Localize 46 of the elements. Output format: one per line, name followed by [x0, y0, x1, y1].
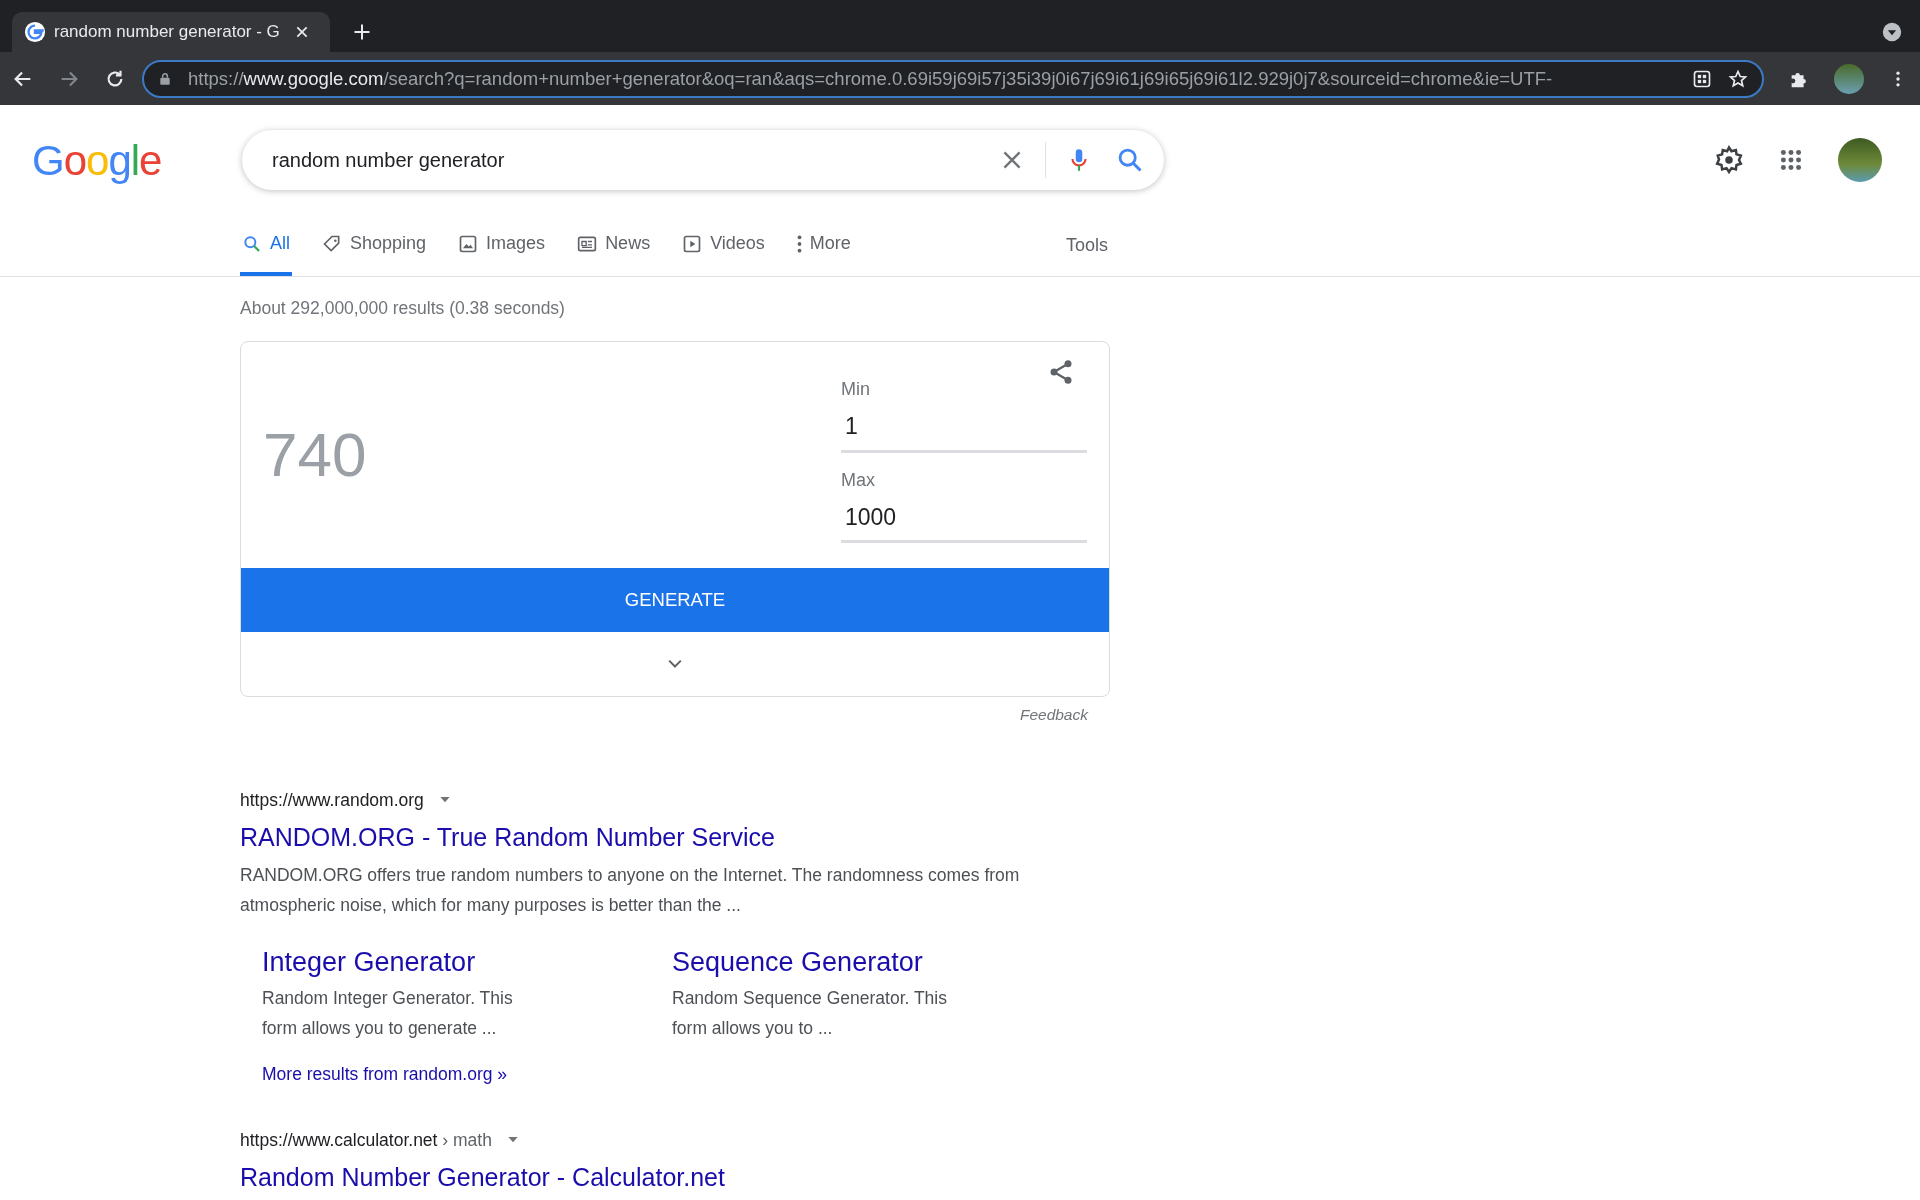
profile-picture[interactable] — [1834, 63, 1864, 94]
nav-tab[interactable]: All — [240, 215, 292, 276]
sitelink-description: Random Integer Generator. This form allows you to generate ... — [262, 986, 514, 1040]
nav-tab[interactable]: Videos — [680, 215, 767, 276]
search-icon[interactable] — [1116, 146, 1144, 174]
result-snippet: RANDOM.ORG offers true random numbers to anyone on the Internet. The randomness comes from atmospheric noise, which for many purposes is better than the ... — [240, 864, 1021, 918]
qr-code-icon[interactable] — [1692, 68, 1712, 89]
more-results-link[interactable]: More results from random.org » — [262, 1060, 508, 1087]
result-url: https://www.calculator.net › math — [240, 1129, 492, 1152]
browser-tab[interactable]: random number generator - G — [12, 12, 330, 52]
generate-button[interactable]: GENERATE — [241, 568, 1109, 633]
apps-grid-icon[interactable] — [1778, 147, 1804, 173]
nav-tab[interactable]: More — [794, 215, 853, 276]
tag-icon — [322, 233, 342, 254]
play-icon — [682, 233, 703, 254]
url-text: https://www.google.com/search?q=random+number+generator&oq=ran&aqs=chrome.0.69i59j69i57j35i39j0i67j69i61j69i65j69i61l2.929j0j7&sourceid=chrome&ie=UTF- — [188, 66, 1554, 91]
result-title[interactable]: RANDOM.ORG - True Random Number Service — [240, 818, 775, 857]
settings-icon[interactable] — [1714, 145, 1744, 175]
sitelink-description: Random Sequence Generator. This form allows you to ... — [672, 986, 948, 1040]
tab-search-icon[interactable] — [1882, 22, 1902, 42]
search-field[interactable]: random number generator — [270, 144, 999, 176]
tools-link[interactable]: Tools — [1065, 232, 1108, 259]
feedback-link[interactable]: Feedback — [1019, 703, 1088, 727]
nav-tab[interactable]: Shopping — [320, 215, 429, 276]
search-icon — [242, 233, 262, 254]
result-stats: About 292,000,000 results (0.38 seconds) — [240, 297, 566, 320]
lock-icon — [158, 70, 172, 87]
nav-tab[interactable]: Images — [456, 215, 548, 276]
sitelink-title[interactable]: Sequence Generator — [672, 947, 923, 978]
result-url: https://www.random.org — [240, 788, 424, 812]
result-title[interactable]: Random Number Generator - Calculator.net — [240, 1159, 725, 1197]
new-tab-icon[interactable] — [352, 22, 372, 42]
close-icon[interactable] — [294, 24, 310, 40]
more-vertical-icon — [796, 234, 802, 253]
field-label: Min — [841, 378, 871, 402]
sitelink-title[interactable]: Integer Generator — [262, 947, 476, 978]
google-g-icon — [24, 21, 46, 43]
profile-picture[interactable] — [1838, 138, 1882, 182]
nav-tab[interactable]: News — [575, 215, 653, 276]
address-bar[interactable]: https://www.google.com/search?q=random+number+generator&oq=ran&aqs=chrome.0.69i59j69i57j35i39j0i67j69i61j69i65j69i61l2.929j0j7&sourceid=chrome&ie=UTF- — [142, 59, 1764, 98]
google-logo[interactable]: Google — [32, 128, 182, 192]
star-icon[interactable] — [1728, 68, 1748, 89]
generated-number: 740 — [262, 418, 367, 491]
field-label: Max — [841, 468, 876, 492]
tab-title: random number generator - G — [54, 21, 281, 44]
image-icon — [458, 233, 479, 254]
